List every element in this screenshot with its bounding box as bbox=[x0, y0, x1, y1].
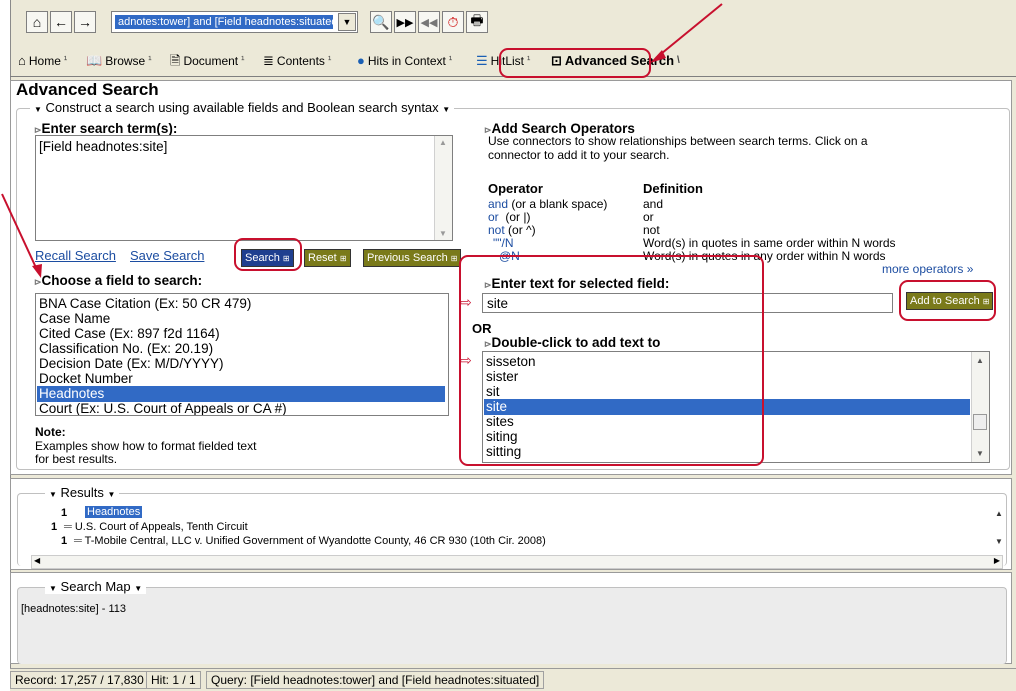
annotation-highlight bbox=[234, 238, 302, 271]
annotation-highlight bbox=[499, 48, 651, 78]
annotation-highlight bbox=[899, 280, 996, 321]
annotation-arrow bbox=[1, 193, 39, 273]
annotation-highlight bbox=[459, 255, 764, 466]
annotation-arrowhead bbox=[32, 264, 42, 278]
annotation-arrow bbox=[655, 3, 723, 59]
